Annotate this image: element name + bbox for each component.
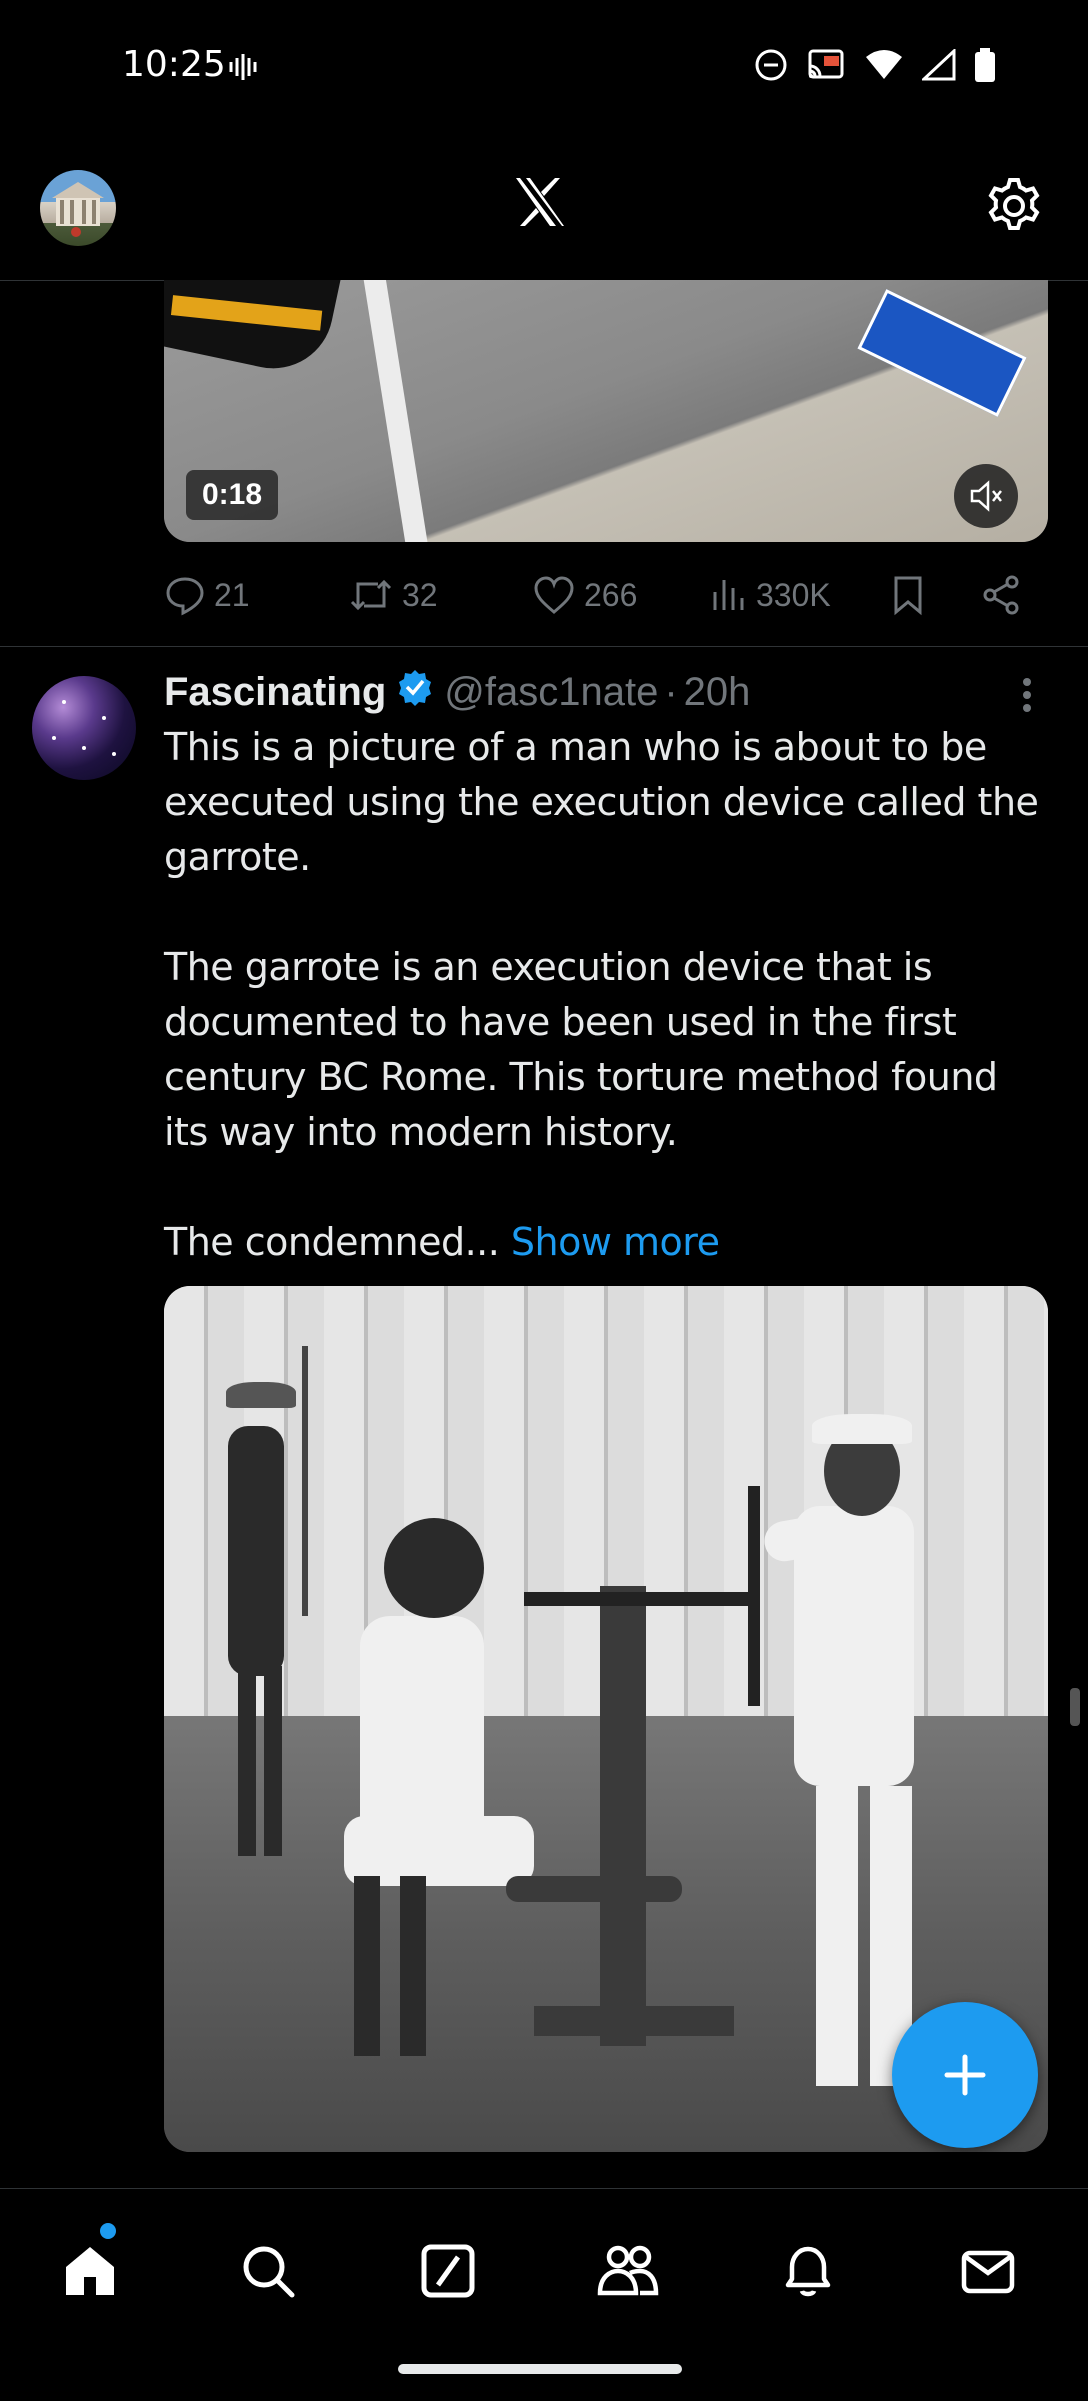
show-more-link[interactable]: Show more <box>511 1220 720 1264</box>
repost-icon <box>350 579 392 611</box>
do-not-disturb-icon <box>754 48 788 87</box>
post-paragraph: This is a picture of a man who is about … <box>164 725 1039 879</box>
communities-icon <box>597 2245 659 2296</box>
guard-hat <box>226 1382 296 1408</box>
post-divider <box>0 646 1088 647</box>
seated-man-leg <box>400 1876 426 2056</box>
video-duration-badge: 0:18 <box>186 470 279 520</box>
garrote-post <box>600 1586 646 2046</box>
previous-post-actions: 21 32 266 330K <box>164 560 1048 630</box>
home-icon <box>66 2247 114 2295</box>
nav-grok[interactable] <box>408 2231 488 2311</box>
star <box>82 746 86 750</box>
repost-count: 32 <box>402 576 438 613</box>
nav-home[interactable] <box>50 2231 130 2311</box>
wifi-icon <box>864 49 904 86</box>
settings-gear-icon[interactable] <box>984 176 1044 241</box>
seated-man-leg <box>354 1876 380 2056</box>
star <box>112 752 116 756</box>
profile-avatar[interactable] <box>40 170 116 246</box>
gesture-home-bar[interactable] <box>398 2364 682 2374</box>
bookmark-button[interactable] <box>890 574 926 616</box>
status-bar: 10:25 <box>0 0 1088 140</box>
nav-search[interactable] <box>228 2231 308 2311</box>
post-paragraph: The garrote is an execution device that … <box>164 945 998 1154</box>
notifications-icon <box>785 2246 831 2297</box>
executioner-cap <box>812 1414 912 1444</box>
guard-rifle <box>302 1346 308 1616</box>
vibrate-icon <box>228 52 258 87</box>
garrote-seat <box>506 1876 682 1902</box>
grok-icon <box>421 2244 475 2298</box>
post-paragraph-truncated: The condemned... Show more <box>164 1215 1044 1270</box>
views-button[interactable]: 330K <box>710 574 831 616</box>
author-avatar[interactable] <box>32 676 136 780</box>
cast-icon <box>806 48 846 87</box>
separator: · <box>664 669 678 714</box>
battery-icon <box>974 48 996 87</box>
reply-button[interactable]: 21 <box>164 574 250 616</box>
star <box>52 736 56 740</box>
share-button[interactable] <box>980 574 1022 616</box>
video-player[interactable]: 0:18 <box>164 280 1048 542</box>
post-time[interactable]: 20h <box>684 670 751 715</box>
mute-icon[interactable] <box>954 464 1018 528</box>
star <box>62 700 66 704</box>
scrollbar-thumb[interactable] <box>1070 1688 1080 1726</box>
like-button[interactable]: 266 <box>532 574 637 616</box>
status-time: 10:25 <box>122 44 226 85</box>
executioner-leg <box>816 1786 858 2086</box>
signal-icon <box>920 47 956 86</box>
repost-button[interactable]: 32 <box>348 574 438 616</box>
seated-man-head <box>384 1518 484 1618</box>
post-paragraph: The condemned... <box>164 1220 500 1264</box>
bookmark-icon <box>894 576 922 616</box>
reply-count: 21 <box>214 576 250 613</box>
nav-communities[interactable] <box>588 2231 668 2311</box>
search-icon <box>243 2246 295 2298</box>
like-count: 266 <box>584 576 638 613</box>
garrote-handle <box>748 1486 760 1706</box>
nav-messages[interactable] <box>948 2231 1028 2311</box>
plus-icon <box>944 2054 986 2096</box>
garrote-screw <box>524 1592 754 1606</box>
x-logo-icon[interactable] <box>512 174 568 235</box>
verified-badge-icon <box>396 668 434 716</box>
star <box>102 716 106 720</box>
top-bar <box>0 140 1088 281</box>
share-icon <box>983 575 1019 615</box>
nav-notifications[interactable] <box>768 2231 848 2311</box>
compose-post-button[interactable] <box>892 2002 1038 2148</box>
heart-icon <box>534 576 574 614</box>
views-count: 330K <box>756 576 831 613</box>
notification-dot <box>100 2223 116 2239</box>
guard-leg <box>264 1666 282 1856</box>
guard-leg <box>238 1666 256 1856</box>
views-icon <box>713 580 744 610</box>
messages-icon <box>961 2250 1015 2294</box>
author-name[interactable]: Fascinating <box>164 670 386 715</box>
author-handle[interactable]: @fasc1nate <box>444 670 658 715</box>
garrote-base <box>534 2006 734 2036</box>
post-header: Fascinating @fasc1nate · 20h <box>164 664 750 720</box>
post-text: This is a picture of a man who is about … <box>164 720 1044 1270</box>
guard-figure <box>228 1426 284 1676</box>
car-stripe <box>170 295 323 331</box>
more-options-icon[interactable] <box>1010 672 1044 723</box>
reply-icon <box>166 577 204 616</box>
